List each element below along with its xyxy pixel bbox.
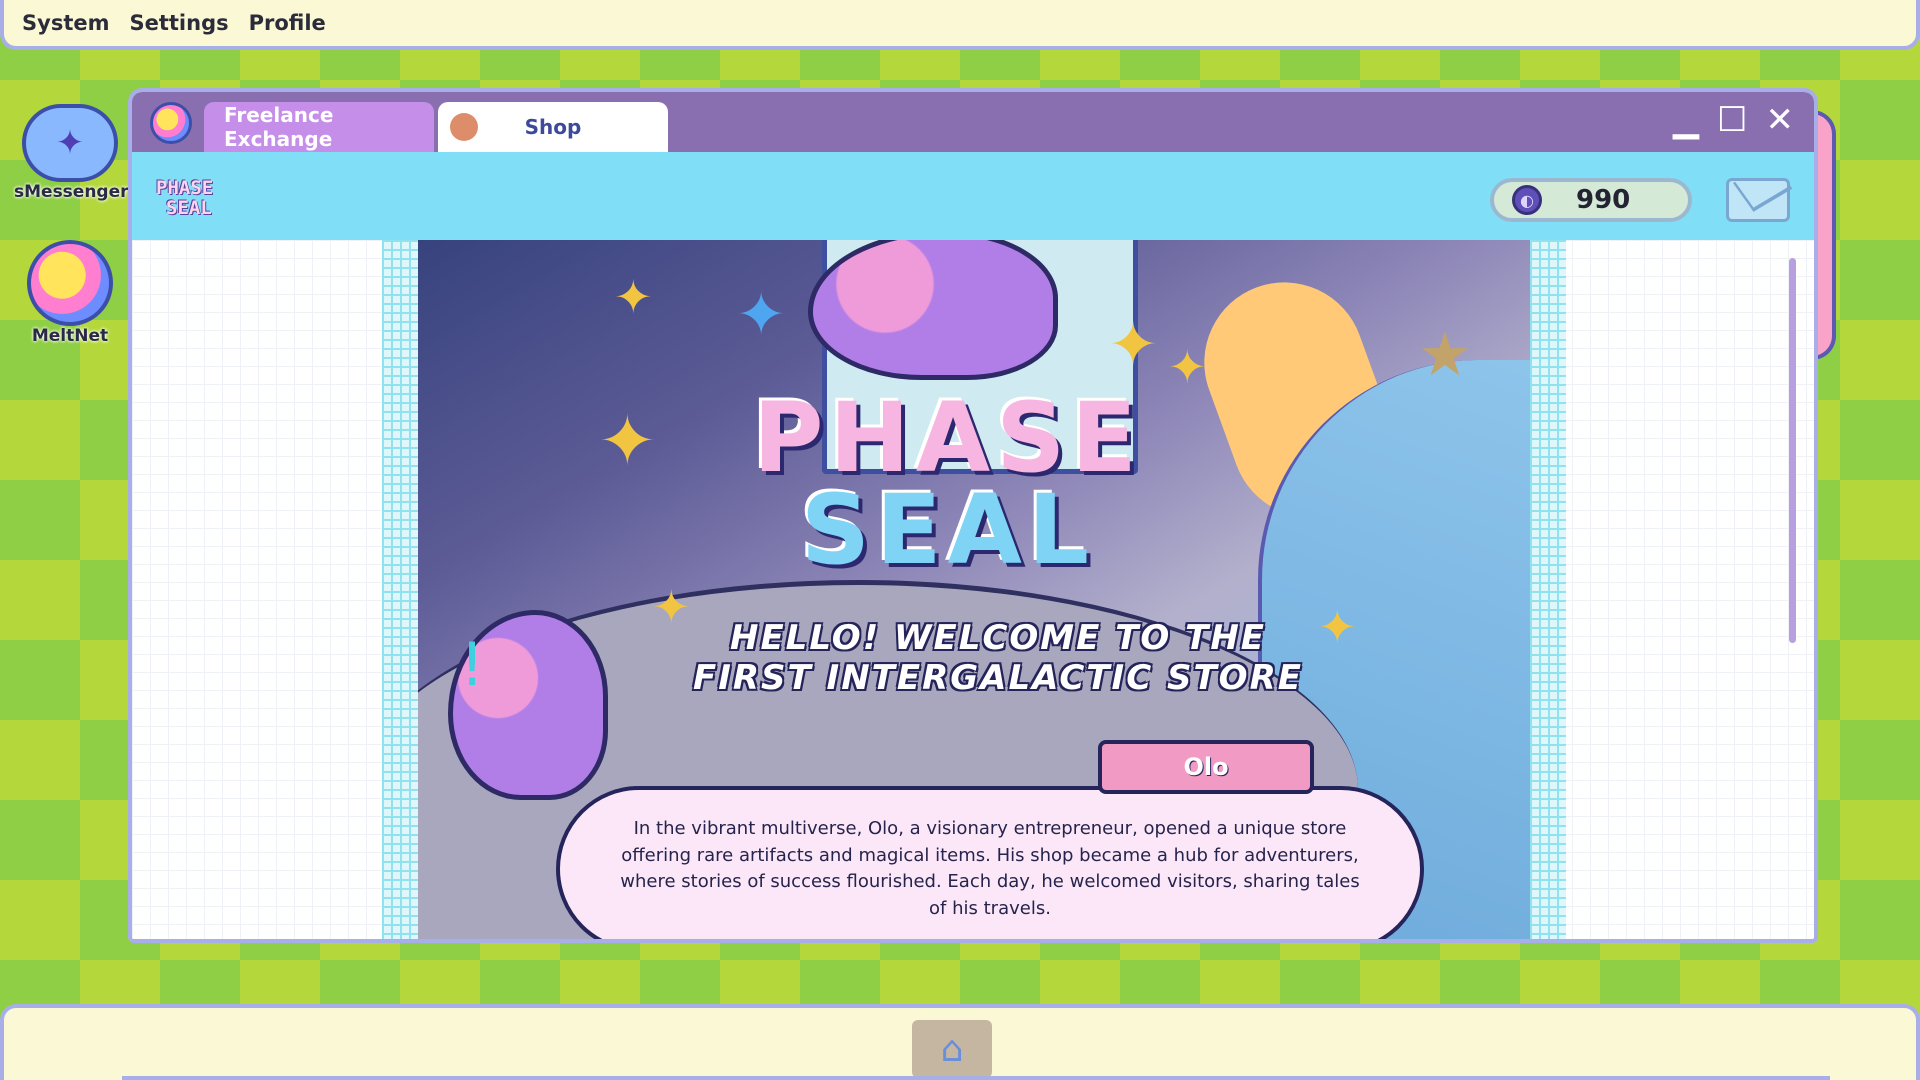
welcome-line-2: FIRST INTERGALACTIC STORE	[692, 658, 1303, 698]
coin-icon: ◐	[1512, 185, 1542, 215]
desktop-icon-meltnet[interactable]: MeltNet	[14, 240, 126, 346]
star-icon: ★	[1418, 320, 1472, 390]
welcome-line-1: HELLO! WELCOME TO THE	[730, 618, 1266, 658]
banner-title-line-2: SEAL	[800, 474, 1096, 586]
banner-title: PHASE SEAL	[668, 382, 1228, 586]
taskbar: ⌂	[0, 1004, 1920, 1080]
maximize-icon[interactable]: ☐	[1717, 102, 1747, 138]
close-icon[interactable]: ✕	[1766, 102, 1795, 138]
tab-freelance-exchange[interactable]: Freelance Exchange	[204, 102, 434, 152]
shop-window: Freelance Exchange Shop ▁ ☐ ✕ PHASE SEAL…	[128, 88, 1818, 943]
meltnet-icon	[27, 240, 113, 326]
shop-content: ✕ ✦ ✦ ✦ ✦ ✦ ★ ✦ ✦ ! PHASE SEAL HELLO! WE…	[132, 240, 1814, 939]
dialog-text: In the vibrant multiverse, Olo, a vision…	[620, 818, 1360, 919]
brand-line-1: PHASE	[156, 177, 214, 199]
tab-shop[interactable]: Shop	[438, 102, 668, 152]
desktop-icon-label: MeltNet	[31, 326, 109, 346]
coin-value: 990	[1576, 185, 1631, 215]
brand-logo: PHASE SEAL	[156, 178, 213, 218]
mail-icon[interactable]	[1726, 178, 1790, 222]
welcome-heading: HELLO! WELCOME TO THE FIRST INTERGALACTI…	[648, 618, 1348, 698]
desktop-icon-smessenger[interactable]: ✦ sMessenger	[14, 104, 129, 202]
desktop-icon-label: sMessenger	[14, 182, 129, 202]
star-icon: ✦	[1108, 310, 1159, 380]
messenger-icon: ✦	[22, 104, 118, 182]
menu-system[interactable]: System	[22, 11, 109, 35]
shop-tab-icon	[450, 113, 478, 141]
brand-line-2: SEAL	[166, 197, 212, 219]
vertical-scrollbar[interactable]	[1789, 258, 1796, 643]
shop-header: PHASE SEAL ◐ 990	[132, 152, 1814, 240]
grid-border-left	[382, 240, 418, 939]
taskbar-divider	[122, 1076, 1830, 1080]
app-logo-icon	[150, 102, 192, 144]
window-controls: ▁ ☐ ✕	[1673, 102, 1794, 138]
home-icon: ⌂	[940, 1028, 964, 1070]
star-icon: ✦	[1168, 340, 1207, 394]
seal-mascot-top	[808, 240, 1058, 380]
shop-banner: ✕ ✦ ✦ ✦ ✦ ✦ ★ ✦ ✦ ! PHASE SEAL HELLO! WE…	[418, 240, 1530, 939]
window-titlebar[interactable]: Freelance Exchange Shop ▁ ☐ ✕	[132, 92, 1814, 152]
menu-profile[interactable]: Profile	[249, 11, 326, 35]
coin-balance: ◐ 990	[1490, 178, 1692, 222]
sparkle-icon: ✦	[736, 280, 787, 350]
exclamation-icon: !	[460, 630, 485, 700]
star-icon: ✦	[614, 270, 653, 324]
star-icon: ✦	[598, 400, 657, 482]
menu-settings[interactable]: Settings	[129, 11, 228, 35]
dialog-bubble: In the vibrant multiverse, Olo, a vision…	[556, 786, 1424, 939]
speaker-name-tag: Olo	[1098, 740, 1314, 794]
banner-title-line-1: PHASE	[753, 382, 1143, 494]
home-button[interactable]: ⌂	[912, 1020, 992, 1078]
tab-label: Freelance Exchange	[224, 103, 334, 151]
grid-border-right	[1530, 240, 1566, 939]
menu-bar: System Settings Profile	[0, 0, 1920, 50]
tab-label: Shop	[524, 115, 582, 139]
minimize-icon[interactable]: ▁	[1673, 102, 1699, 138]
